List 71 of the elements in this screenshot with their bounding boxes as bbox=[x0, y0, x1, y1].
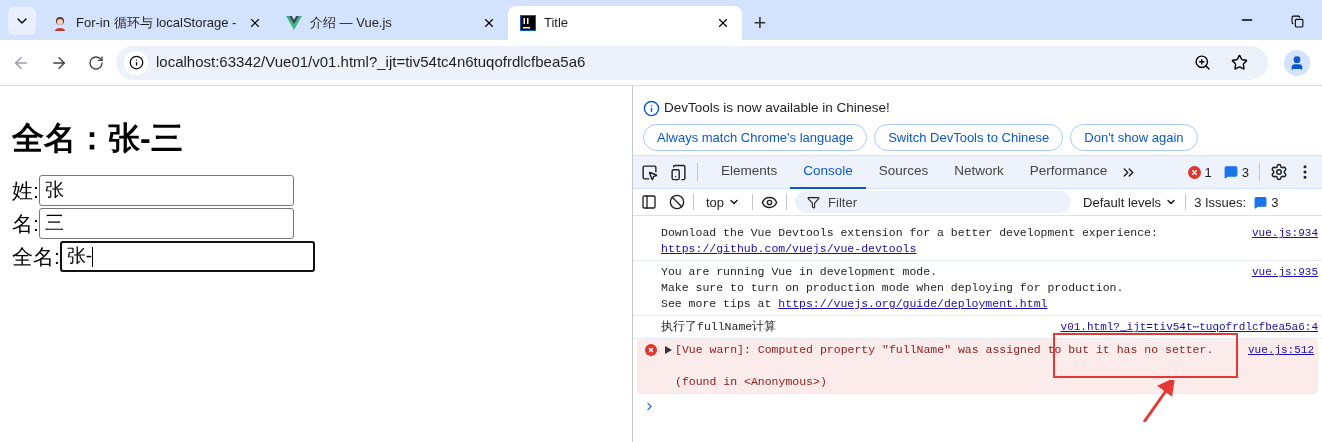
levels-dropdown[interactable]: Default levels bbox=[1083, 192, 1178, 212]
text-input[interactable]: 张 bbox=[38, 175, 294, 206]
panel-tab[interactable]: Network bbox=[941, 155, 1017, 189]
issues-count: 3 bbox=[1271, 193, 1279, 212]
page-heading: 全名：张-三 bbox=[12, 119, 184, 158]
vue-logo-icon bbox=[286, 16, 302, 30]
reload-icon[interactable] bbox=[88, 54, 104, 71]
console-message-line: 执行了fullName计算 bbox=[661, 320, 777, 334]
inspect-icon[interactable] bbox=[641, 163, 658, 181]
ide-logo-icon bbox=[520, 15, 536, 31]
close-icon[interactable] bbox=[482, 16, 496, 30]
issues-label: 3 Issues: bbox=[1194, 193, 1247, 212]
source-link[interactable]: vue.js:935 bbox=[1252, 264, 1318, 281]
field-label: 全名: bbox=[12, 243, 60, 270]
console-message-line: (found in <Anonymous>) bbox=[675, 375, 827, 389]
context-dropdown[interactable]: top bbox=[702, 192, 745, 212]
banner-message: DevTools is now available in Chinese! bbox=[664, 99, 890, 117]
panel-tab[interactable]: Sources bbox=[865, 155, 942, 189]
tab-title: 介绍 — Vue.js bbox=[310, 14, 393, 33]
error-icon bbox=[1187, 165, 1201, 179]
message-icon bbox=[1223, 165, 1238, 180]
console-link[interactable]: https://vuejs.org/guide/deployment.html bbox=[778, 297, 1048, 311]
message-count: 3 bbox=[1241, 163, 1249, 182]
input-value: 三 bbox=[44, 211, 64, 236]
avatar-icon bbox=[52, 15, 68, 31]
tab-search-button[interactable] bbox=[8, 7, 36, 35]
field-label: 名: bbox=[12, 210, 39, 237]
source-link[interactable]: v01.html?_ijt=tiv54t⋯tuqofrdlcfbea5a6:4 bbox=[1060, 319, 1318, 336]
sidebar-icon[interactable] bbox=[641, 194, 657, 211]
browser-tab[interactable]: For-in 循环与 localStorage - bbox=[40, 6, 274, 40]
console-message-line: Download the Vue Devtools extension for a better development experience: bbox=[661, 226, 1158, 240]
source-link[interactable]: vue.js:512 bbox=[1248, 342, 1314, 359]
browser-tab[interactable]: Title bbox=[508, 6, 742, 40]
address-bar[interactable]: localhost:63342/Vue01/v01.html?_ijt=tiv54tc4n6tuqofrdlcfbea5a6 bbox=[116, 45, 1268, 80]
site-info-icon[interactable] bbox=[128, 55, 144, 70]
zoom-icon[interactable] bbox=[1194, 54, 1211, 71]
field-label: 姓: bbox=[12, 177, 39, 204]
profile-icon[interactable] bbox=[1289, 54, 1305, 71]
console-message-line: Make sure to turn on production mode when deploying for production. bbox=[661, 281, 1124, 295]
input-value: 张 bbox=[44, 178, 64, 203]
text-input[interactable]: 张- bbox=[59, 241, 315, 272]
panel-tab[interactable]: Elements bbox=[708, 155, 791, 189]
filter-icon bbox=[807, 195, 821, 209]
new-tab-button[interactable]: + bbox=[746, 9, 774, 37]
message-icon bbox=[1254, 195, 1268, 209]
console-link[interactable]: https://github.com/vuejs/vue-devtools bbox=[661, 242, 917, 256]
panel-tab[interactable]: Performance bbox=[1016, 155, 1121, 189]
text-input[interactable]: 三 bbox=[38, 208, 294, 239]
close-icon[interactable] bbox=[716, 16, 730, 30]
info-icon bbox=[643, 99, 660, 117]
tab-title: For-in 循环与 localStorage - bbox=[76, 14, 238, 33]
bookmark-star-icon[interactable] bbox=[1231, 54, 1248, 71]
device-toolbar-icon[interactable] bbox=[670, 163, 687, 181]
annotation-arrow bbox=[1140, 380, 1176, 422]
filter-placeholder: Filter bbox=[828, 193, 857, 212]
filter-field[interactable]: Filter bbox=[795, 191, 1072, 214]
tab-title: Title bbox=[544, 14, 570, 33]
error-icon bbox=[645, 344, 657, 357]
clear-icon[interactable] bbox=[669, 194, 685, 211]
browser-tab[interactable]: 介绍 — Vue.js bbox=[274, 6, 508, 40]
console-message-line: You are running Vue in development mode. bbox=[661, 265, 938, 279]
restore-icon[interactable] bbox=[1291, 15, 1304, 28]
console-message-line: See more tips at https://vuejs.org/guide/deployment.html bbox=[661, 297, 1048, 311]
url-text: localhost:63342/Vue01/v01.html?_ijt=tiv54tc4n6tuqofrdlcfbea5a6 bbox=[156, 52, 587, 73]
close-icon[interactable] bbox=[248, 16, 262, 30]
source-link[interactable]: vue.js:934 bbox=[1252, 225, 1318, 242]
error-count: 1 bbox=[1204, 163, 1212, 182]
expand-triangle-icon[interactable] bbox=[665, 346, 672, 355]
settings-icon[interactable] bbox=[1270, 163, 1288, 182]
panel-tab[interactable]: Console bbox=[790, 155, 866, 189]
input-value: 张- bbox=[66, 244, 93, 269]
